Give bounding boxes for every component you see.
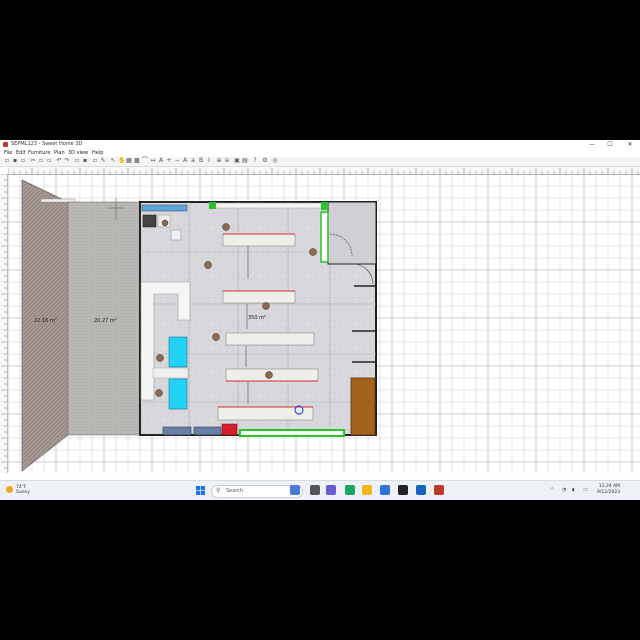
clock-date: 9/12/2023 xyxy=(597,490,621,495)
outlook-icon[interactable] xyxy=(416,485,426,495)
widgets-icon[interactable] xyxy=(310,485,320,495)
desktop-screen: SEPML123 - Sweet Home 3D — ☐ ✕ File Edit… xyxy=(0,140,640,500)
dark-appliance[interactable] xyxy=(142,214,157,228)
teams-icon[interactable] xyxy=(326,485,336,495)
maximize-button[interactable]: ☐ xyxy=(604,140,616,149)
bold-icon[interactable]: B xyxy=(198,158,204,164)
select-mode-icon[interactable]: ↖ xyxy=(110,158,116,164)
blue-shelf-top[interactable] xyxy=(141,204,188,212)
toolbar: ▫ ▪ ▫ ✂ ▫ ▫ ↶ ↷ ▫ ▪ ▫ ✎ ↖ ✋ ▦ ▩ ⌒ ↔ A + … xyxy=(0,157,640,167)
clock-time: 11:24 AM xyxy=(598,484,621,489)
window-title: SEPML123 - Sweet Home 3D xyxy=(11,141,83,147)
small-cabinet[interactable] xyxy=(170,229,182,241)
observer-icon[interactable]: ◎ xyxy=(272,158,278,164)
sun-icon xyxy=(6,486,13,493)
new-home-icon[interactable]: ▫ xyxy=(4,158,10,164)
floor-plan-canvas[interactable]: 22.16 m² 20.27 m² 350 m² xyxy=(8,174,640,473)
video-icon[interactable]: ▤ xyxy=(242,158,248,164)
left-ruler[interactable] xyxy=(0,174,8,473)
menu-3d-view[interactable]: 3D view xyxy=(68,150,88,156)
windows-start-icon[interactable] xyxy=(196,486,205,495)
pan-mode-icon[interactable]: ✋ xyxy=(118,158,125,164)
delete-icon[interactable]: ▫ xyxy=(74,158,80,164)
close-button[interactable]: ✕ xyxy=(624,140,636,149)
file-explorer-icon[interactable] xyxy=(362,485,372,495)
wooden-cabinet[interactable] xyxy=(350,377,376,436)
minimize-button[interactable]: — xyxy=(586,140,598,149)
red-cooler[interactable] xyxy=(221,423,238,436)
green-marker[interactable] xyxy=(321,202,328,210)
open-icon[interactable]: ▪ xyxy=(12,158,18,164)
blue-freezer[interactable] xyxy=(193,426,222,436)
cyan-fixture[interactable] xyxy=(168,378,188,410)
edge-icon[interactable] xyxy=(345,485,355,495)
undo-icon[interactable]: ↶ xyxy=(56,158,62,164)
wall-segment xyxy=(40,198,76,203)
create-polylines-icon[interactable]: ⌒ xyxy=(142,158,148,164)
create-labels-icon[interactable]: A xyxy=(158,158,164,164)
counter-shelf[interactable] xyxy=(152,367,189,379)
menu-file[interactable]: File xyxy=(4,150,12,156)
zoom-fit-icon[interactable]: ⊕ xyxy=(216,158,222,164)
copy-icon[interactable]: ▫ xyxy=(38,158,44,164)
create-walls-icon[interactable]: ▦ xyxy=(126,158,132,164)
edit-icon[interactable]: ✎ xyxy=(100,158,106,164)
photo-icon[interactable]: ▣ xyxy=(234,158,240,164)
menu-help[interactable]: Help xyxy=(92,150,103,156)
cut-icon[interactable]: ✂ xyxy=(30,158,36,164)
menu-edit[interactable]: Edit xyxy=(16,150,26,156)
sweet-home-taskbar-icon[interactable] xyxy=(434,485,444,495)
tray-battery-icon[interactable]: ▭ xyxy=(583,487,588,493)
cyan-fixture[interactable] xyxy=(168,336,188,368)
hatched-room[interactable] xyxy=(21,179,69,472)
aerial-view-icon[interactable]: ⊖ xyxy=(224,158,230,164)
room-area-label: 20.27 m² xyxy=(94,318,117,324)
paste-icon[interactable]: ▫ xyxy=(46,158,52,164)
weather-text: Sunny xyxy=(16,490,31,495)
import-icon[interactable]: ▫ xyxy=(92,158,98,164)
tray-chevron-icon[interactable]: ⌃ xyxy=(550,487,554,493)
help-icon[interactable]: ? xyxy=(252,158,258,164)
title-bar: SEPML123 - Sweet Home 3D — ☐ ✕ xyxy=(0,140,640,149)
top-counter[interactable] xyxy=(215,202,324,209)
store-icon[interactable] xyxy=(380,485,390,495)
enlarge-text-icon[interactable]: A xyxy=(182,158,188,164)
tray-volume-icon[interactable]: ◖ xyxy=(572,487,575,493)
menu-bar: File Edit Furniture Plan 3D view Help xyxy=(0,149,640,157)
taskbar-clock[interactable]: 11:24 AM 9/12/2023 xyxy=(597,484,620,496)
redo-icon[interactable]: ↷ xyxy=(64,158,70,164)
zoom-out-icon[interactable]: − xyxy=(174,158,180,164)
room-area-label: 22.16 m² xyxy=(34,318,57,324)
save-icon[interactable]: ▫ xyxy=(20,158,26,164)
blue-freezer[interactable] xyxy=(162,426,192,436)
menu-plan[interactable]: Plan xyxy=(54,150,65,156)
plan-view[interactable]: 22.16 m² 20.27 m² 350 m² xyxy=(0,167,640,473)
windows-taskbar: 74°F Sunny ⚲ Search ⌃ ◔ ◖ ▭ 11:24 AM 9/12… xyxy=(0,480,640,500)
sweet-home-app-icon xyxy=(3,142,8,147)
room-area-label: 350 m² xyxy=(248,315,266,321)
reduce-text-icon[interactable]: a xyxy=(190,158,196,164)
create-rooms-icon[interactable]: ▩ xyxy=(134,158,140,164)
green-marker[interactable] xyxy=(209,202,216,209)
preferences-icon[interactable]: ⚙ xyxy=(262,158,268,164)
add-furniture-icon[interactable]: ▪ xyxy=(82,158,88,164)
green-checkout-counter[interactable] xyxy=(239,429,345,437)
italic-icon[interactable]: I xyxy=(206,158,212,164)
search-placeholder: Search xyxy=(226,488,244,494)
dropbox-icon[interactable] xyxy=(398,485,408,495)
task-view-icon[interactable] xyxy=(290,485,300,495)
menu-furniture[interactable]: Furniture xyxy=(28,150,50,156)
green-display-rack[interactable] xyxy=(320,211,329,263)
side-room-top[interactable] xyxy=(327,201,377,265)
tray-network-icon[interactable]: ◔ xyxy=(562,487,566,493)
create-dimensions-icon[interactable]: ↔ xyxy=(150,158,156,164)
search-icon: ⚲ xyxy=(216,487,221,494)
zoom-in-icon[interactable]: + xyxy=(166,158,172,164)
